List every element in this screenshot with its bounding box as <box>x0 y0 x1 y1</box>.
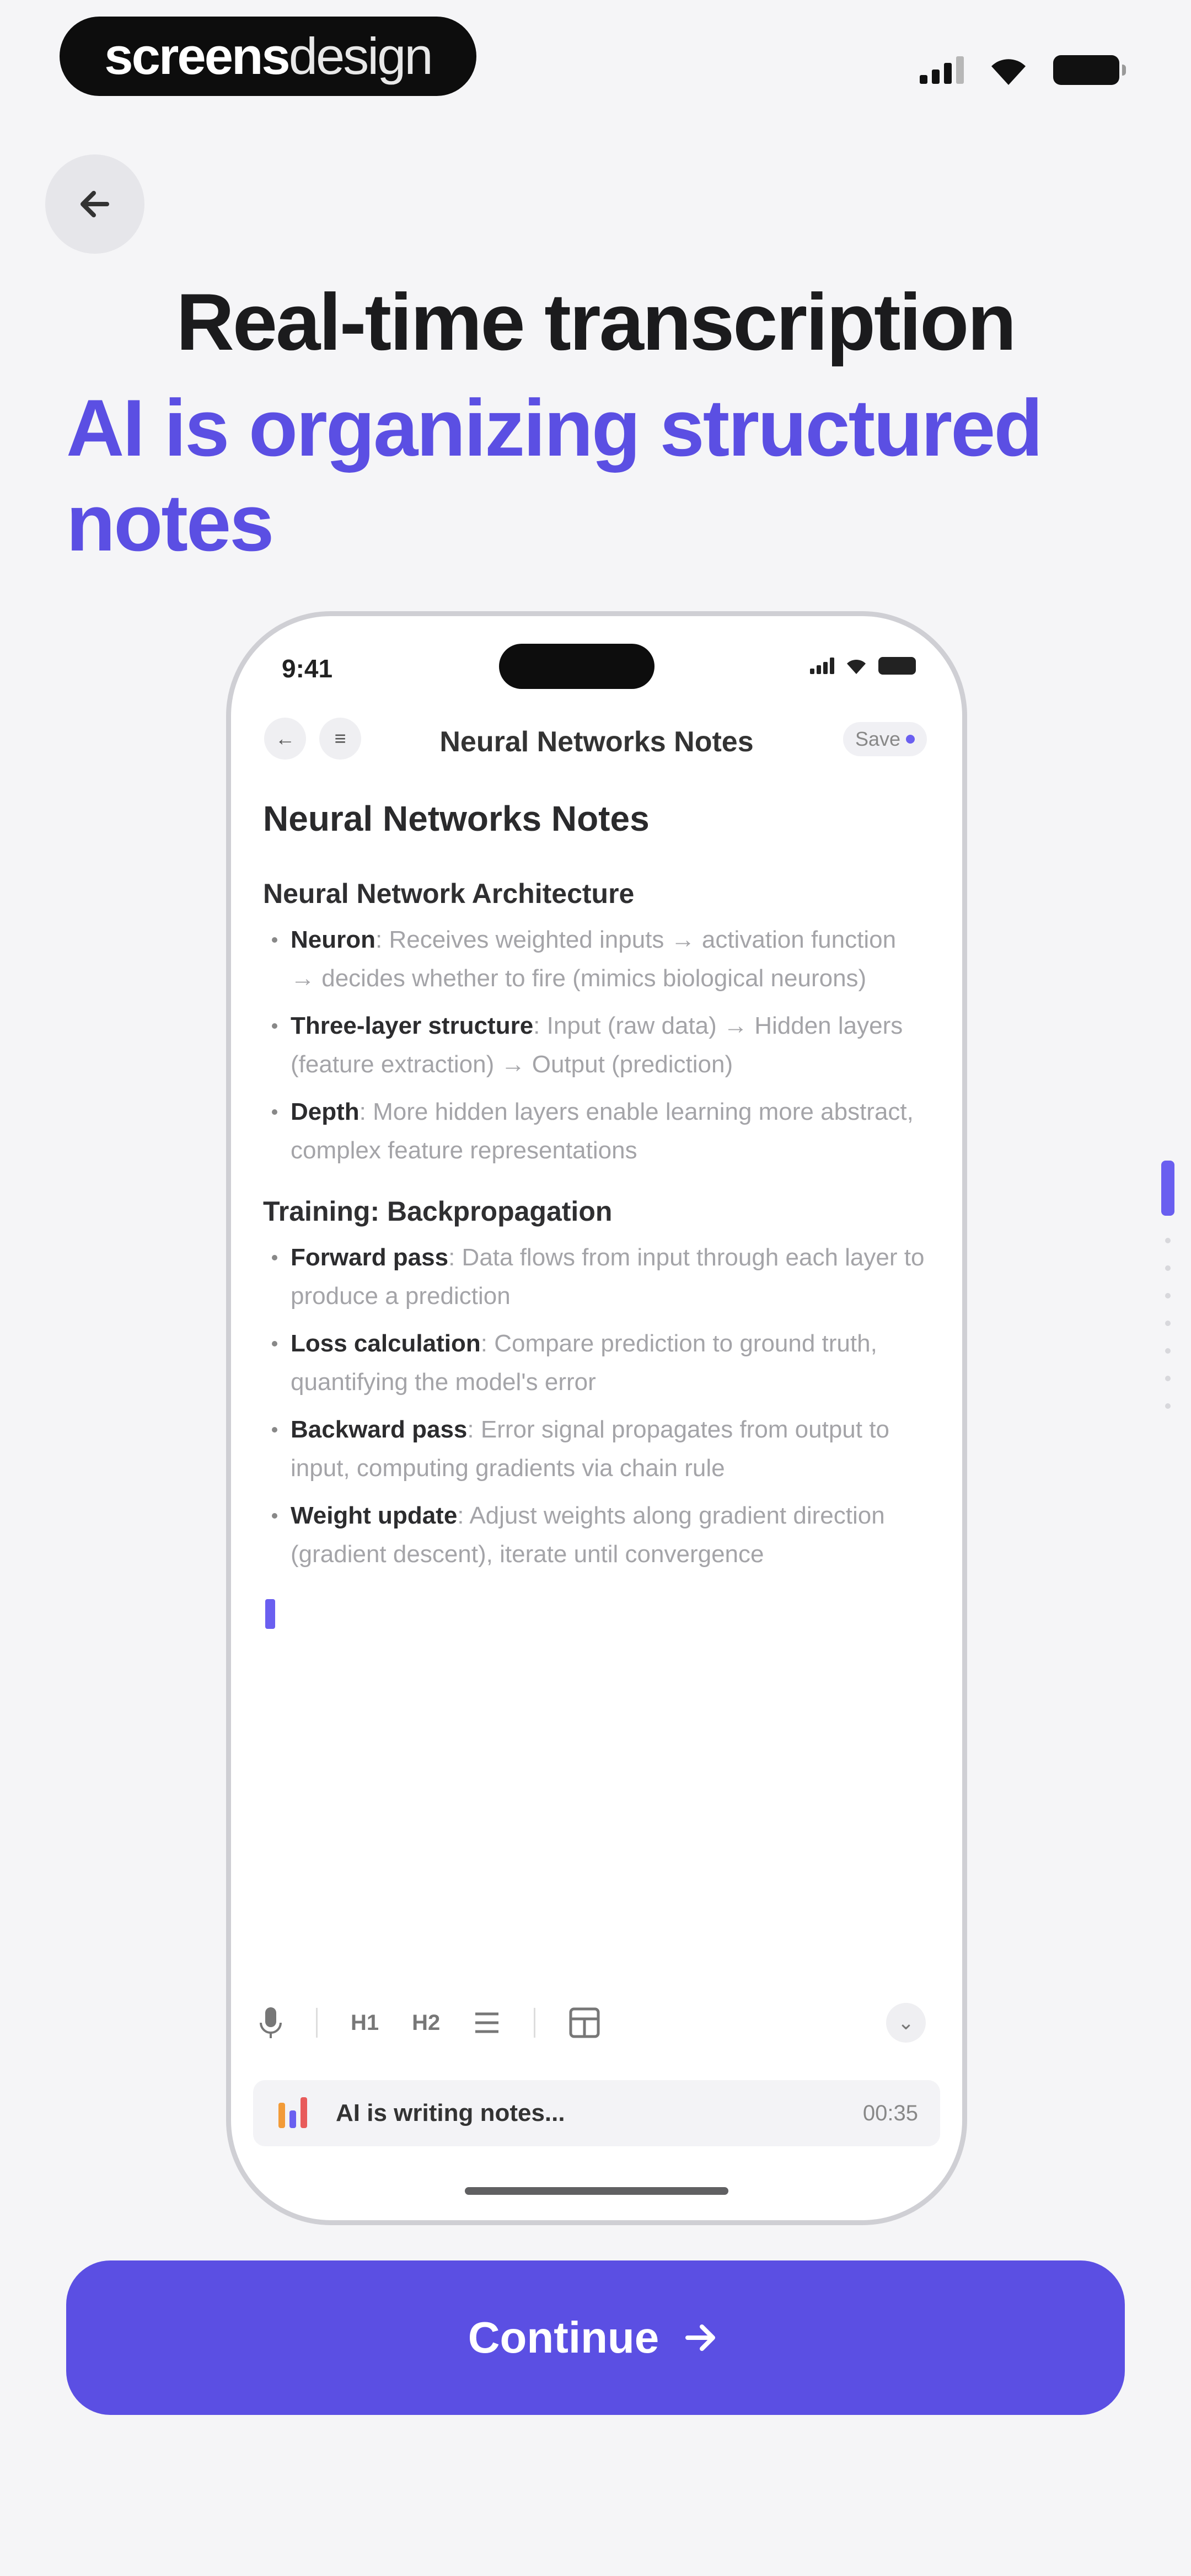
recording-timer: 00:35 <box>862 2101 918 2125</box>
battery-icon <box>1053 55 1126 85</box>
note-bullet-item: Weight update: Adjust weights along grad… <box>263 1497 925 1574</box>
ai-status-bar: AI is writing notes... 00:35 <box>253 2080 940 2146</box>
mockup-system-icons <box>810 657 916 675</box>
scroll-indicator-dot <box>1165 1321 1171 1326</box>
list-icon[interactable] <box>473 2011 501 2035</box>
cellular-signal-icon <box>920 56 964 84</box>
arrow-right-icon <box>685 2324 716 2351</box>
mockup-save-button[interactable]: Save <box>843 722 927 756</box>
system-icons <box>920 51 1126 89</box>
scroll-indicator-dot <box>1165 1348 1171 1354</box>
status-bar: screens design <box>0 0 1191 121</box>
mockup-wifi-icon <box>847 659 866 674</box>
ai-writing-icon <box>278 2097 307 2128</box>
toolbar-divider <box>316 2008 318 2038</box>
note-section-heading: Neural Network Architecture <box>263 878 635 909</box>
onboarding-screen: screens design Real-time transcription AI… <box>0 0 1191 2576</box>
toolbar-collapse-button[interactable]: ⌄ <box>886 2003 926 2043</box>
scroll-indicator-dot <box>1165 1265 1171 1271</box>
heading2-button[interactable]: H2 <box>412 2011 440 2035</box>
page-subtitle: AI is organizing structured notes <box>66 383 1043 568</box>
mockup-note-content: Neural Networks Notes Neural Network Arc… <box>263 798 925 1629</box>
brand-logo-part2: design <box>288 27 433 85</box>
home-indicator <box>465 2187 728 2195</box>
text-cursor <box>265 1599 275 1629</box>
mockup-signal-icon <box>810 658 834 674</box>
chevron-down-icon: ⌄ <box>897 2011 915 2034</box>
note-bullet-item: Backward pass: Error signal propagates f… <box>263 1410 925 1488</box>
continue-button[interactable]: Continue <box>66 2260 1125 2415</box>
brand-logo: screens design <box>60 17 476 96</box>
scroll-indicator <box>1160 1161 1177 1420</box>
scroll-indicator-dot <box>1165 1293 1171 1298</box>
note-bullet-item: Three-layer structure: Input (raw data) … <box>263 1007 925 1084</box>
note-bullet-item: Depth: More hidden layers enable learnin… <box>263 1093 925 1170</box>
continue-label: Continue <box>468 2313 659 2362</box>
note-bullet-list: Neuron: Receives weighted inputs → activ… <box>263 921 925 1170</box>
table-icon[interactable] <box>568 2007 600 2039</box>
page-title: Real-time transcription <box>176 277 1016 367</box>
note-bullet-item: Neuron: Receives weighted inputs → activ… <box>263 921 925 998</box>
heading1-button[interactable]: H1 <box>351 2011 379 2035</box>
mockup-nav-title: Neural Networks Notes <box>439 726 754 758</box>
mockup-nav-bar: ← ≡ Neural Networks Notes Save <box>253 711 940 766</box>
dynamic-island <box>499 644 654 689</box>
mockup-battery-icon <box>878 657 916 675</box>
microphone-icon[interactable] <box>259 2006 283 2039</box>
note-section-heading: Training: Backpropagation <box>263 1196 613 1227</box>
ai-status-text: AI is writing notes... <box>336 2099 565 2126</box>
note-bullet-item: Forward pass: Data flows from input thro… <box>263 1238 925 1316</box>
scroll-indicator-dot <box>1165 1376 1171 1381</box>
phone-mockup: 9:41 ← ≡ Neural Networks Notes Save Neur… <box>226 611 967 2225</box>
scroll-indicator-dot <box>1165 1403 1171 1409</box>
arrow-left-icon <box>81 191 109 217</box>
mockup-save-label: Save <box>855 728 900 750</box>
mockup-status-time: 9:41 <box>282 654 333 683</box>
mockup-format-toolbar: H1 H2 ⌄ <box>259 2001 937 2045</box>
scroll-indicator-active <box>1161 1161 1174 1216</box>
scroll-indicator-dot <box>1165 1238 1171 1243</box>
note-title: Neural Networks Notes <box>263 799 650 838</box>
save-indicator-icon <box>906 735 915 744</box>
back-button[interactable] <box>45 154 144 254</box>
brand-logo-part1: screens <box>104 27 290 85</box>
note-bullet-list: Forward pass: Data flows from input thro… <box>263 1238 925 1574</box>
wifi-icon <box>991 59 1026 85</box>
note-bullet-item: Loss calculation: Compare prediction to … <box>263 1324 925 1402</box>
toolbar-divider <box>534 2008 536 2038</box>
